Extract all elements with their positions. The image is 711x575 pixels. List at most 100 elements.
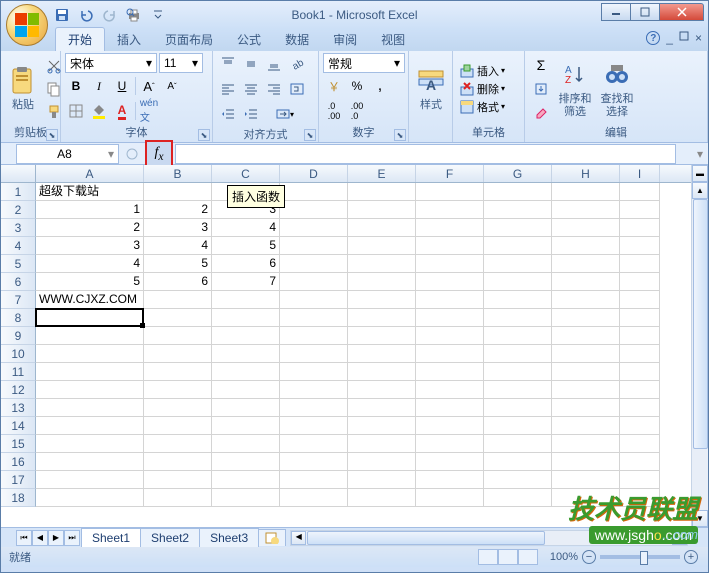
select-all-corner[interactable] bbox=[1, 165, 36, 182]
office-button[interactable] bbox=[6, 4, 48, 46]
insert-cells-button[interactable]: 插入▾ bbox=[457, 62, 507, 80]
cell[interactable] bbox=[348, 345, 416, 363]
paste-button[interactable]: 粘贴 bbox=[5, 63, 41, 113]
cell[interactable] bbox=[144, 381, 212, 399]
cell[interactable] bbox=[36, 471, 144, 489]
cell[interactable] bbox=[620, 417, 660, 435]
cell[interactable] bbox=[280, 363, 348, 381]
cell[interactable]: 4 bbox=[144, 237, 212, 255]
cell[interactable] bbox=[416, 381, 484, 399]
tab-插入[interactable]: 插入 bbox=[105, 28, 153, 51]
cell[interactable] bbox=[212, 399, 280, 417]
font-dialog-launcher[interactable]: ⬊ bbox=[198, 129, 210, 141]
cell[interactable] bbox=[620, 273, 660, 291]
cell[interactable] bbox=[280, 381, 348, 399]
cell[interactable] bbox=[212, 453, 280, 471]
cell[interactable]: 1 bbox=[36, 201, 144, 219]
cell[interactable] bbox=[36, 381, 144, 399]
cell[interactable] bbox=[348, 453, 416, 471]
cell[interactable] bbox=[552, 345, 620, 363]
cell[interactable] bbox=[552, 273, 620, 291]
row-header[interactable]: 9 bbox=[1, 327, 36, 345]
scroll-right-icon[interactable]: ▶ bbox=[672, 531, 687, 545]
cell[interactable] bbox=[280, 201, 348, 219]
comma-button[interactable]: , bbox=[369, 75, 391, 97]
view-pagebreak-button[interactable] bbox=[518, 549, 538, 565]
minimize-button[interactable] bbox=[601, 3, 631, 21]
tab-视图[interactable]: 视图 bbox=[369, 28, 417, 51]
qat-save[interactable] bbox=[51, 4, 73, 26]
styles-button[interactable]: A 样式 bbox=[413, 63, 449, 113]
cell[interactable] bbox=[620, 255, 660, 273]
cell[interactable] bbox=[416, 219, 484, 237]
cell[interactable] bbox=[620, 183, 660, 201]
cell[interactable] bbox=[484, 363, 552, 381]
view-layout-button[interactable] bbox=[498, 549, 518, 565]
vertical-scrollbar[interactable]: ▬ ▲ ▼ bbox=[691, 165, 708, 527]
cell[interactable] bbox=[416, 327, 484, 345]
grow-font-button[interactable]: Aˆ bbox=[138, 75, 160, 97]
cell[interactable] bbox=[280, 219, 348, 237]
cell[interactable] bbox=[416, 183, 484, 201]
cell[interactable] bbox=[144, 471, 212, 489]
cell[interactable] bbox=[348, 471, 416, 489]
row-header[interactable]: 17 bbox=[1, 471, 36, 489]
column-header[interactable]: C bbox=[212, 165, 280, 182]
fill-color-button[interactable] bbox=[88, 100, 110, 122]
cell[interactable] bbox=[416, 273, 484, 291]
new-sheet-button[interactable] bbox=[258, 529, 286, 546]
cell[interactable] bbox=[484, 471, 552, 489]
row-header[interactable]: 12 bbox=[1, 381, 36, 399]
font-color-button[interactable]: A bbox=[111, 100, 133, 122]
cell[interactable] bbox=[212, 381, 280, 399]
cell[interactable] bbox=[484, 399, 552, 417]
cell[interactable] bbox=[620, 453, 660, 471]
cell[interactable] bbox=[552, 471, 620, 489]
cell[interactable]: 2 bbox=[144, 201, 212, 219]
align-top-button[interactable] bbox=[217, 53, 239, 75]
cell[interactable] bbox=[280, 309, 348, 327]
row-header[interactable]: 11 bbox=[1, 363, 36, 381]
cell[interactable] bbox=[144, 291, 212, 309]
cell[interactable]: 6 bbox=[144, 273, 212, 291]
underline-button[interactable]: U bbox=[111, 75, 133, 97]
italic-button[interactable]: I bbox=[88, 75, 110, 97]
cell[interactable] bbox=[484, 309, 552, 327]
tab-公式[interactable]: 公式 bbox=[225, 28, 273, 51]
tab-数据[interactable]: 数据 bbox=[273, 28, 321, 51]
qat-print[interactable] bbox=[123, 4, 145, 26]
clipboard-dialog-launcher[interactable]: ⬊ bbox=[46, 129, 58, 141]
maximize-button[interactable] bbox=[630, 3, 660, 21]
cell[interactable] bbox=[484, 381, 552, 399]
cell[interactable] bbox=[416, 453, 484, 471]
cell[interactable] bbox=[552, 489, 620, 507]
cell[interactable] bbox=[212, 489, 280, 507]
cell[interactable] bbox=[348, 255, 416, 273]
cell[interactable] bbox=[212, 345, 280, 363]
column-header[interactable]: F bbox=[416, 165, 484, 182]
cell[interactable]: 2 bbox=[36, 219, 144, 237]
cell[interactable]: 7 bbox=[212, 273, 280, 291]
row-header[interactable]: 4 bbox=[1, 237, 36, 255]
format-cells-button[interactable]: 格式▾ bbox=[457, 98, 507, 116]
cell[interactable] bbox=[212, 471, 280, 489]
cell[interactable] bbox=[552, 183, 620, 201]
cell[interactable] bbox=[348, 399, 416, 417]
cell[interactable] bbox=[484, 273, 552, 291]
cell[interactable] bbox=[484, 327, 552, 345]
find-select-button[interactable]: 查找和 选择 bbox=[597, 57, 637, 119]
column-header[interactable]: G bbox=[484, 165, 552, 182]
cell[interactable] bbox=[212, 417, 280, 435]
qat-redo[interactable] bbox=[99, 4, 121, 26]
increase-decimal-button[interactable]: .0.00 bbox=[323, 100, 345, 122]
cell[interactable] bbox=[280, 453, 348, 471]
sheet-nav-first[interactable]: ⏮ bbox=[16, 530, 32, 546]
cell[interactable] bbox=[348, 309, 416, 327]
sheet-tab[interactable]: Sheet3 bbox=[199, 528, 259, 547]
column-header[interactable]: I bbox=[620, 165, 660, 182]
row-header[interactable]: 1 bbox=[1, 183, 36, 201]
phonetic-button[interactable]: wén文 bbox=[138, 100, 160, 122]
cell[interactable] bbox=[416, 417, 484, 435]
scroll-down-icon[interactable]: ▼ bbox=[692, 510, 708, 527]
insert-function-button[interactable]: fx bbox=[145, 140, 173, 168]
